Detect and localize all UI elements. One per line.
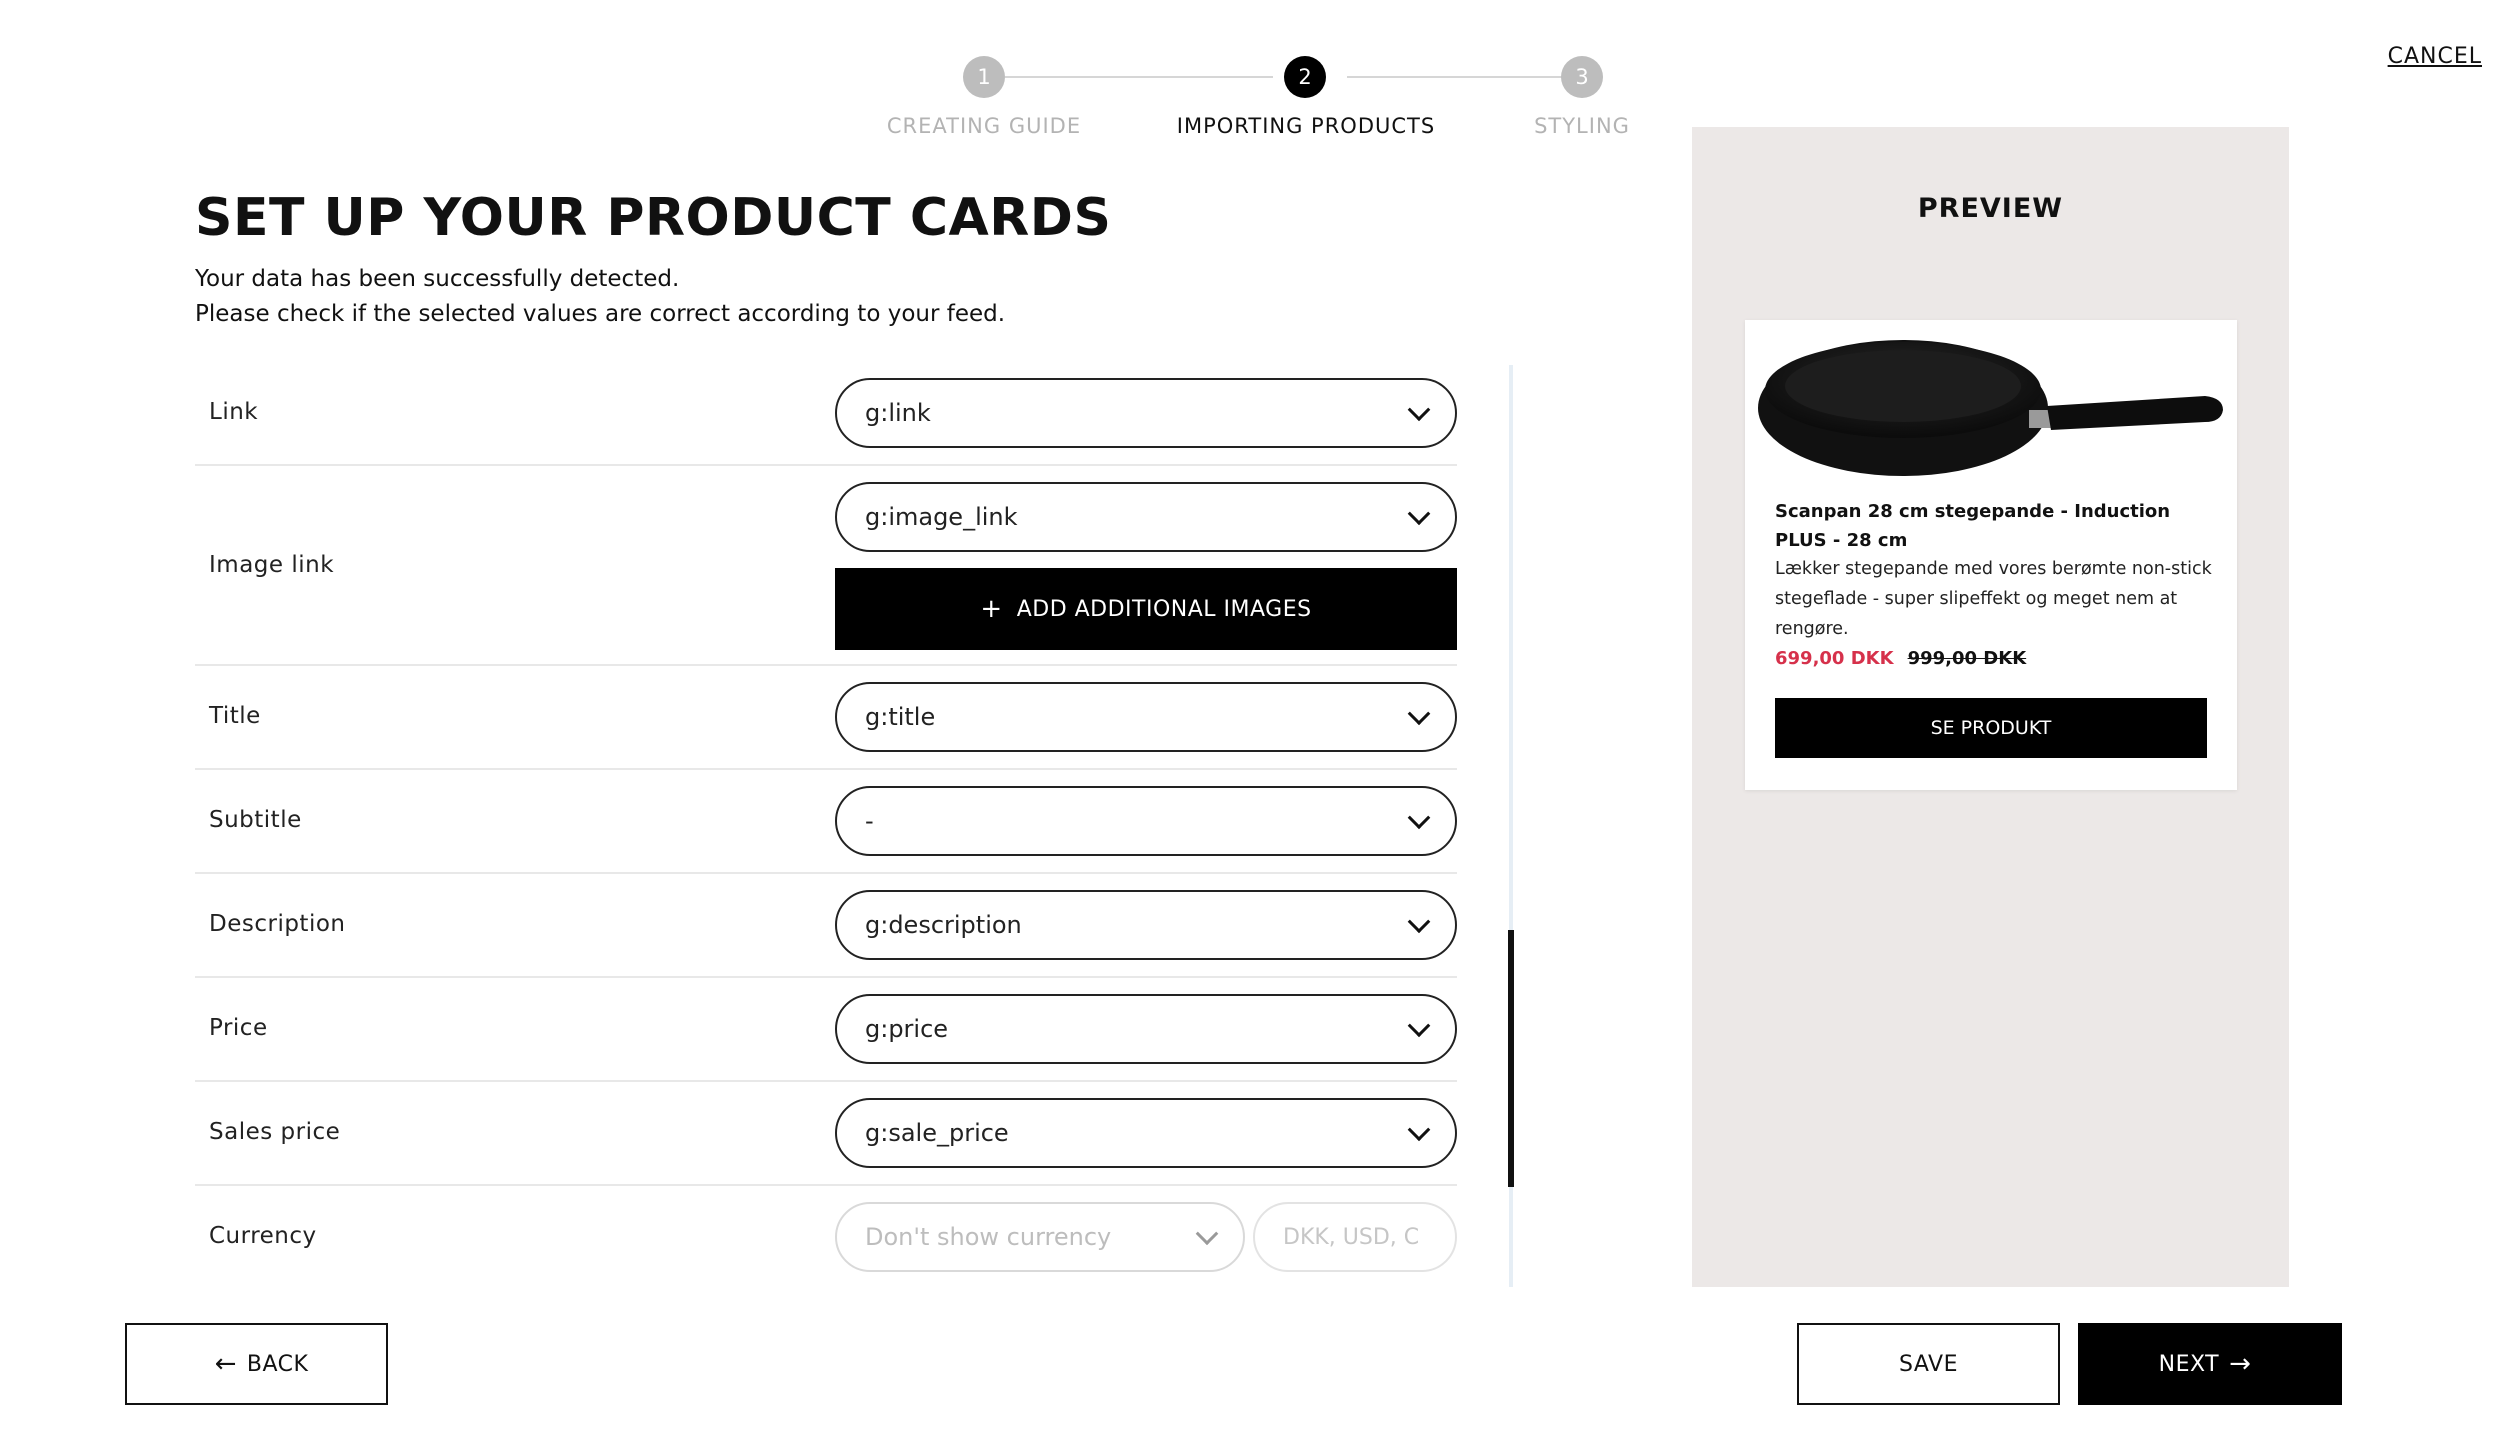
currency-code-input[interactable]: DKK, USD, C [1253, 1202, 1457, 1272]
image-link-select[interactable]: g:image_link [835, 482, 1457, 552]
step-1-circle: 1 [963, 56, 1005, 98]
preview-panel: PREVIEW Scanpan 28 cm stegepande - Induc… [1692, 127, 2289, 1287]
intro-line-2: Please check if the selected values are … [195, 301, 1006, 327]
product-description: Lækker stegepande med vores berømte non-… [1775, 559, 2212, 639]
field-label: Link [209, 399, 259, 425]
scrollbar-thumb[interactable] [1508, 930, 1514, 1187]
save-button[interactable]: SAVE [1797, 1323, 2060, 1405]
step-connector [1347, 76, 1587, 78]
product-image [1758, 340, 2223, 476]
step-connector [1005, 76, 1273, 78]
field-mapping-form: Link g:link Image link g:image_link + AD… [195, 362, 1457, 1287]
select-value: Don't show currency [865, 1223, 1112, 1251]
field-row-link: Link g:link [195, 362, 1457, 466]
field-row-subtitle: Subtitle - [195, 770, 1457, 874]
product-card-preview: Scanpan 28 cm stegepande - Induction PLU… [1745, 320, 2237, 790]
field-label: Price [209, 1015, 268, 1041]
title-select[interactable]: g:title [835, 682, 1457, 752]
sale-price: 699,00 DKK [1775, 648, 1894, 669]
select-value: g:price [865, 1015, 949, 1043]
price-select[interactable]: g:price [835, 994, 1457, 1064]
field-row-currency: Currency Don't show currency DKK, USD, C [195, 1186, 1457, 1287]
select-value: g:link [865, 399, 931, 427]
next-button[interactable]: NEXT → [2078, 1323, 2342, 1405]
button-label: BACK [246, 1351, 309, 1377]
chevron-down-icon [1407, 398, 1431, 422]
chevron-down-icon [1407, 702, 1431, 726]
field-label: Title [209, 703, 261, 729]
plus-icon: + [980, 594, 1003, 624]
product-title: Scanpan 28 cm stegepande - Induction PLU… [1775, 501, 2171, 551]
button-label: SAVE [1899, 1351, 1958, 1377]
chevron-down-icon [1407, 502, 1431, 526]
product-price: 699,00 DKK 999,00 DKK [1775, 648, 2026, 669]
currency-select[interactable]: Don't show currency [835, 1202, 1245, 1272]
sales-price-select[interactable]: g:sale_price [835, 1098, 1457, 1168]
select-value: g:description [865, 911, 1022, 939]
field-row-price: Price g:price [195, 978, 1457, 1082]
field-label: Description [209, 911, 346, 937]
chevron-down-icon [1407, 1118, 1431, 1142]
step-1-label: CREATING GUIDE [886, 114, 1082, 138]
field-row-description: Description g:description [195, 874, 1457, 978]
se-produkt-button[interactable]: SE PRODUKT [1775, 698, 2207, 758]
chevron-down-icon [1407, 910, 1431, 934]
original-price: 999,00 DKK [1907, 648, 2027, 669]
select-value: - [865, 807, 874, 835]
field-row-image-link: Image link g:image_link + ADD ADDITIONAL… [195, 466, 1457, 666]
chevron-down-icon [1407, 1014, 1431, 1038]
button-label: NEXT [2158, 1351, 2220, 1377]
step-2-circle: 2 [1284, 56, 1326, 98]
field-label: Sales price [209, 1119, 341, 1145]
cancel-link[interactable]: CANCEL [2388, 44, 2482, 69]
step-2-label: IMPORTING PRODUCTS [1176, 114, 1436, 138]
page-title: SET UP YOUR PRODUCT CARDS [195, 188, 1112, 248]
button-label: ADD ADDITIONAL IMAGES [1016, 596, 1312, 622]
select-value: g:title [865, 703, 936, 731]
arrow-left-icon: ← [214, 1349, 237, 1379]
intro-text: Your data has been successfully detected… [195, 262, 1005, 332]
field-label: Currency [209, 1223, 317, 1249]
chevron-down-icon [1407, 806, 1431, 830]
add-additional-images-button[interactable]: + ADD ADDITIONAL IMAGES [835, 568, 1457, 650]
intro-line-1: Your data has been successfully detected… [195, 266, 680, 292]
chevron-down-icon [1195, 1222, 1219, 1246]
description-select[interactable]: g:description [835, 890, 1457, 960]
select-value: g:sale_price [865, 1119, 1009, 1147]
field-row-sales-price: Sales price g:sale_price [195, 1082, 1457, 1186]
subtitle-select[interactable]: - [835, 786, 1457, 856]
field-label: Subtitle [209, 807, 302, 833]
step-3-circle: 3 [1561, 56, 1603, 98]
preview-heading: PREVIEW [1917, 193, 2064, 224]
field-label: Image link [209, 552, 335, 578]
select-value: g:image_link [865, 503, 1018, 531]
back-button[interactable]: ← BACK [125, 1323, 388, 1405]
link-select[interactable]: g:link [835, 378, 1457, 448]
progress-stepper: 1 CREATING GUIDE 2 IMPORTING PRODUCTS 3 … [0, 28, 2500, 138]
arrow-right-icon: → [2229, 1349, 2252, 1379]
step-3-label: STYLING [1534, 114, 1630, 138]
field-row-title: Title g:title [195, 666, 1457, 770]
